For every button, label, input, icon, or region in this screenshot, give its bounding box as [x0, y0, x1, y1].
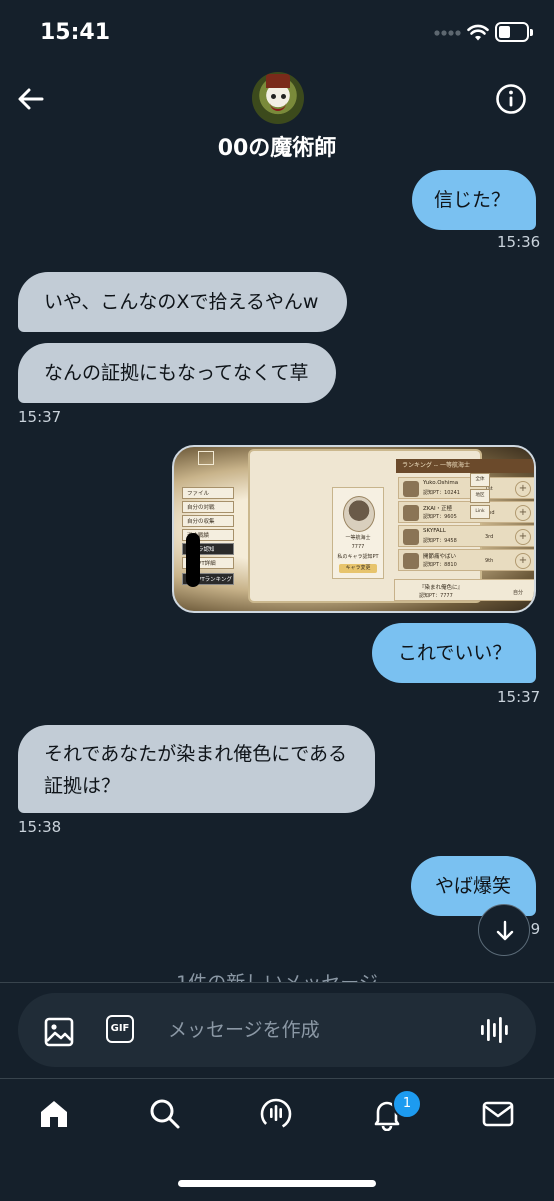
rank-name: SKYFALL	[423, 528, 446, 534]
game-card-title: 一等航海士	[345, 535, 371, 541]
conversation-title[interactable]: 00の魔術師	[0, 130, 554, 162]
plus-icon: +	[515, 553, 531, 569]
search-icon[interactable]	[148, 1097, 182, 1131]
message-image[interactable]: ファイル 自分の対戦 自分の収集 過去戦績 キャラ認知 認知PT詳細 認知PTラ…	[172, 445, 536, 613]
character-portrait	[343, 496, 375, 532]
rank-points: 認知PT：9458	[423, 538, 457, 544]
game-rank-row: Yuko.Oshima 認知PT：10241 1st +	[398, 477, 534, 499]
game-rank-row: 開節痛やばい 認知PT：8810 9th +	[398, 549, 534, 571]
wifi-icon	[467, 24, 489, 41]
back-arrow-icon[interactable]	[14, 82, 48, 116]
my-rank-name: 『染まれ俺色に』	[419, 585, 464, 591]
cellular-signal-icon	[434, 30, 461, 36]
info-icon[interactable]	[494, 82, 528, 116]
rank-points: 認知PT：10241	[423, 490, 460, 496]
message-composer: GIF メッセージを作成	[18, 993, 536, 1067]
exit-door-icon	[198, 451, 214, 465]
plus-icon: +	[515, 481, 531, 497]
game-menu-item: 自分の対戦	[182, 501, 234, 513]
rank-points: 認知PT：8810	[423, 562, 457, 568]
rank-name: ZKAI・正極	[423, 506, 453, 512]
message-bubble-incoming[interactable]: なんの証拠にもなってなくて草	[18, 343, 336, 403]
game-menu: ファイル 自分の対戦 自分の収集 過去戦績 キャラ認知 認知PT詳細 認知PTラ…	[182, 477, 242, 597]
spaces-icon[interactable]	[259, 1097, 293, 1131]
game-ranking-title: ランキング -- 一等航海士	[396, 459, 534, 473]
game-tab: 全体	[470, 473, 490, 487]
message-timestamp: 15:36	[497, 233, 541, 251]
status-bar: 15:41	[0, 0, 554, 66]
game-my-rank-row: 『染まれ俺色に』 認知PT：7777 自分	[394, 579, 534, 601]
rank-place: 9th	[485, 558, 494, 564]
message-input[interactable]: メッセージを作成	[168, 1015, 320, 1042]
arrow-down-icon	[496, 920, 514, 941]
rank-name: 開節痛やばい	[423, 554, 457, 560]
status-time: 15:41	[40, 20, 111, 45]
voice-message-icon[interactable]	[480, 1015, 510, 1045]
message-timestamp: 15:38	[18, 818, 62, 836]
my-rank-label: 自分	[513, 590, 524, 596]
message-bubble-outgoing[interactable]: これでいい？	[372, 623, 536, 683]
message-timestamp: 15:37	[497, 688, 541, 706]
game-card-subtitle: 私のキャラ認知PT	[337, 554, 379, 560]
game-panel: 一等航海士 7777 私のキャラ認知PT キャラ変更 ランキング -- 一等航海…	[250, 451, 534, 601]
conversation-header: 00の魔術師	[0, 66, 554, 166]
game-character-card: 一等航海士 7777 私のキャラ認知PT キャラ変更	[332, 487, 384, 579]
my-rank-points: 認知PT：7777	[419, 593, 453, 599]
composer-area: GIF メッセージを作成	[0, 982, 554, 1079]
game-rank-row: ZKAI・正極 認知PT：9605 2nd +	[398, 501, 534, 523]
plus-icon: +	[515, 529, 531, 545]
game-rank-row: SKYFALL 認知PT：9458 3rd +	[398, 525, 534, 547]
home-indicator	[178, 1180, 376, 1187]
plus-icon: +	[515, 505, 531, 521]
gif-icon[interactable]: GIF	[106, 1015, 134, 1043]
notification-badge: 1	[392, 1089, 422, 1119]
scroll-to-bottom-button[interactable]	[478, 904, 530, 956]
message-bubble-incoming[interactable]: それであなたが染まれ俺色にである証拠は？	[18, 725, 375, 813]
messages-envelope-icon[interactable]	[481, 1097, 515, 1131]
game-tab: Link	[470, 505, 490, 519]
game-tab: 地区	[470, 489, 490, 503]
message-bubble-incoming[interactable]: いや、こんなのXで拾えるやんw	[18, 272, 347, 332]
home-icon[interactable]	[37, 1097, 71, 1131]
message-timestamp: 15:37	[18, 408, 62, 426]
game-card-points: 7777	[351, 544, 365, 550]
game-menu-item: ファイル	[182, 487, 234, 499]
rank-name: Yuko.Oshima	[423, 480, 459, 486]
rank-place: 3rd	[485, 534, 494, 540]
game-card-button: キャラ変更	[339, 564, 377, 573]
image-icon[interactable]	[44, 1017, 74, 1047]
avatar[interactable]	[252, 72, 304, 124]
game-menu-item: 自分の収集	[182, 515, 234, 527]
battery-icon	[495, 22, 533, 42]
message-bubble-outgoing[interactable]: 信じた？	[412, 170, 536, 230]
rank-points: 認知PT：9605	[423, 514, 457, 520]
